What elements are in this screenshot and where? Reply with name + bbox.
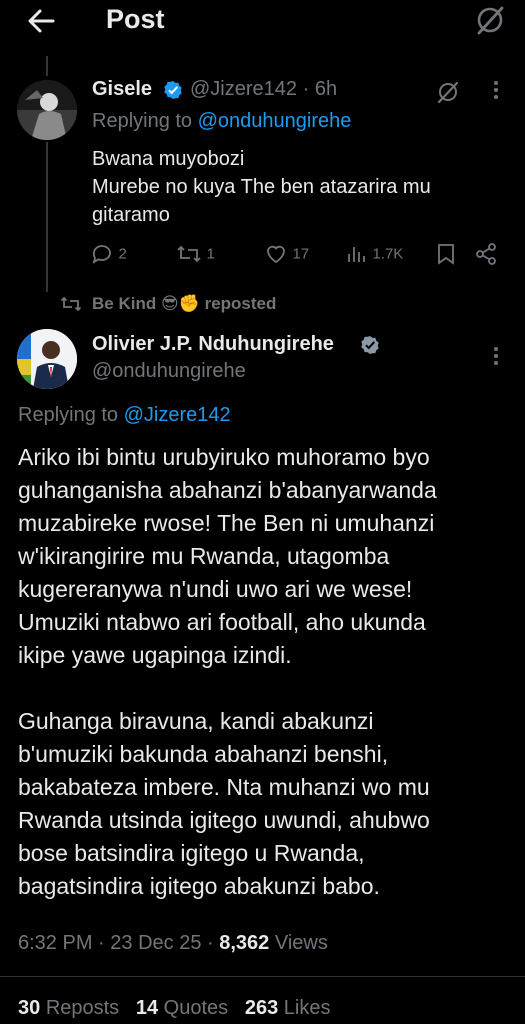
reposts-stat[interactable]: 30 Reposts: [18, 997, 119, 1019]
mention-link[interactable]: @onduhungirehe: [198, 110, 352, 132]
text-line: w'ikirangirire mu Rwanda, utagomba: [18, 543, 390, 569]
text-line: ikipe yawe ugapinga izindi.: [18, 642, 292, 668]
tweet-text: Bwana muyobozi Murebe no kuya The ben at…: [92, 145, 502, 229]
text-line: bakabateza imbere. Nta muhanzi wo mu: [18, 774, 430, 800]
reply-count: 2: [118, 245, 127, 263]
reply-button[interactable]: 2: [90, 242, 127, 266]
text-line: kugereranywa n'undi uwo ari we wese!: [18, 576, 413, 602]
reply-icon: [92, 245, 111, 264]
author-name[interactable]: Gisele: [92, 78, 152, 101]
text-line: Bwana muyobozi: [92, 148, 245, 170]
engagement-counts: 30 Reposts 14 Quotes 263 Likes: [18, 997, 330, 1020]
text-line: Murebe no kuya The ben atazarira mu: [92, 176, 431, 198]
tweet-text: Ariko ibi bintu urubyiruko muhoramo byo …: [18, 441, 518, 903]
text-line: Umuziki ntabwo ari football, aho ukunda: [18, 609, 426, 635]
avatar[interactable]: [17, 329, 77, 389]
mention-link[interactable]: @Jizere142: [124, 404, 231, 426]
text-line: muzabireke rwose! The Ben ni umuhanzi: [18, 510, 435, 536]
replying-prefix: Replying to: [92, 110, 193, 132]
heart-icon: [267, 245, 285, 264]
bookmark-icon[interactable]: [436, 242, 456, 266]
views-label: Views: [274, 932, 328, 954]
paragraph: Guhanga biravuna, kandi abakunzi b'umuzi…: [18, 705, 518, 903]
replying-to: Replying to @Jizere142: [18, 404, 231, 427]
back-arrow-icon[interactable]: [26, 6, 56, 36]
repost-icon: [177, 245, 201, 263]
views-count: 1.7K: [372, 245, 404, 263]
text-line: Guhanga biravuna, kandi abakunzi: [18, 708, 374, 734]
page-title: Post: [106, 4, 165, 34]
grok-icon[interactable]: [474, 4, 506, 36]
text-line: bagatsindira igitego abakunzi babo.: [18, 873, 380, 899]
like-count: 17: [292, 245, 310, 263]
tweet-meta: 6:32 PM · 23 Dec 25 · 8,362 Views: [18, 932, 328, 954]
thread-connector: [46, 142, 48, 292]
date[interactable]: 23 Dec 25: [110, 932, 201, 954]
reposter-name[interactable]: Be Kind: [92, 294, 156, 313]
text-line: b'umuziki bakunda abahanzi benshi,: [18, 741, 389, 767]
more-options-icon[interactable]: [490, 344, 502, 368]
action-bar: 2 1 17 1.7K: [90, 238, 500, 270]
views-icon: [348, 247, 365, 262]
share-icon[interactable]: [474, 242, 498, 266]
tweet-meta: @Jizere142 · 6h: [190, 78, 337, 101]
likes-stat[interactable]: 263 Likes: [245, 997, 331, 1019]
replying-to: Replying to @onduhungirehe: [92, 110, 351, 133]
repost-icon: [60, 294, 82, 314]
replying-prefix: Replying to: [18, 404, 119, 426]
reposted-label: reposted: [204, 294, 277, 313]
author-handle[interactable]: @Jizere142: [190, 78, 297, 100]
text-line: guhanganisha abahanzi b'abanyarwanda: [18, 477, 437, 503]
more-options-icon[interactable]: [490, 78, 502, 102]
repost-count: 1: [206, 245, 215, 263]
views-count: 8,362: [219, 932, 270, 954]
repost-attribution[interactable]: Be Kind 😎✊ reposted: [92, 294, 276, 314]
verified-badge-icon: [163, 80, 183, 100]
repost-button[interactable]: 1: [176, 242, 215, 266]
timestamp[interactable]: 6:32 PM: [18, 932, 92, 954]
top-bar: Post: [0, 0, 525, 44]
divider: [0, 976, 525, 977]
quotes-stat[interactable]: 14 Quotes: [136, 997, 228, 1019]
author-handle[interactable]: @onduhungirehe: [92, 360, 246, 383]
separator: ·: [302, 78, 310, 100]
text-line: bose batsindira igitego u Rwanda,: [18, 840, 365, 866]
author-name[interactable]: Olivier J.P. Nduhungirehe: [92, 333, 334, 356]
timestamp[interactable]: 6h: [315, 78, 337, 100]
views-button[interactable]: 1.7K: [346, 242, 403, 266]
like-button[interactable]: 17: [264, 242, 309, 266]
reposter-emoji: 😎✊: [160, 294, 200, 313]
text-line: gitaramo: [92, 204, 170, 226]
text-line: Rwanda utsinda igitego uwundi, ahubwo: [18, 807, 430, 833]
text-line: Ariko ibi bintu urubyiruko muhoramo byo: [18, 444, 430, 470]
verified-badge-icon: [360, 335, 380, 355]
grok-icon[interactable]: [436, 80, 460, 104]
avatar[interactable]: [17, 80, 77, 140]
thread-connector: [46, 56, 48, 76]
paragraph: Ariko ibi bintu urubyiruko muhoramo byo …: [18, 441, 518, 672]
